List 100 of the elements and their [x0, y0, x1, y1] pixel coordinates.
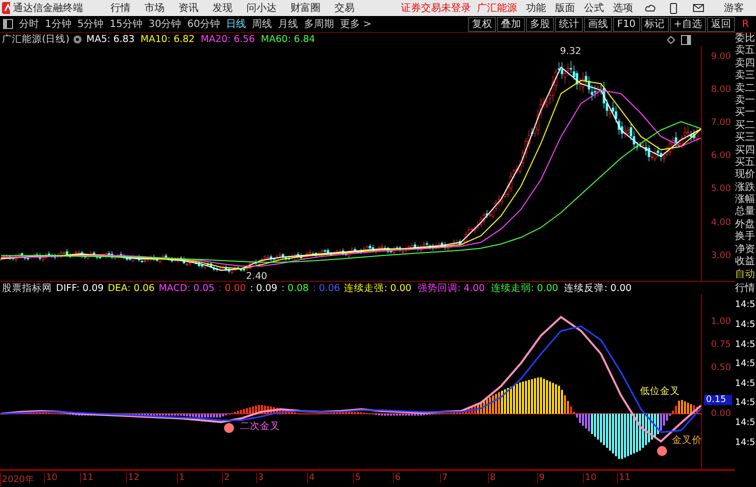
- indicator-value: : 0.00: [218, 282, 246, 294]
- signal-dot: [224, 423, 234, 433]
- period-tab[interactable]: 周线: [252, 17, 272, 31]
- toolbar-button[interactable]: 返回: [707, 16, 735, 32]
- date-tick-label: 2: [222, 473, 230, 483]
- indicator-value: : 0.06: [312, 282, 340, 294]
- trade-time: 14:5: [735, 319, 756, 332]
- indicator-value: DIFF: 0.09: [56, 282, 104, 294]
- date-tick-label: 5: [353, 473, 361, 483]
- toolbar-button[interactable]: 多股: [526, 16, 554, 32]
- indicator-value: : 0.08: [281, 282, 309, 294]
- period-tab[interactable]: 5分钟: [77, 17, 104, 31]
- ma-value: MA20: 6.56: [200, 34, 255, 45]
- toolbar-button[interactable]: 复权: [468, 16, 496, 32]
- quote-label: 涨幅: [735, 194, 756, 206]
- period-tab[interactable]: 更多 >: [340, 17, 372, 31]
- status-notice: 广汇能源: [477, 2, 518, 15]
- period-tab[interactable]: 日线: [226, 17, 246, 31]
- axis-tick-label: 0.75: [710, 340, 731, 350]
- app-title: 通达信金融终端: [13, 2, 84, 15]
- mode-label: 行情: [735, 282, 756, 296]
- quote-label: 收益: [735, 256, 756, 268]
- toolbar-button[interactable]: 叠加: [497, 16, 526, 32]
- user-label[interactable]: 游客: [724, 1, 744, 15]
- trade-time: 14:5: [735, 436, 756, 450]
- period-tab[interactable]: 月线: [278, 17, 298, 31]
- indicator-value: DEA: 0.06: [108, 282, 155, 294]
- signal-dot: [657, 446, 667, 456]
- date-tick-label: 12: [126, 473, 140, 483]
- date-tick-label: 4: [307, 473, 315, 483]
- trade-time: 14:5: [735, 299, 756, 312]
- menu-item[interactable]: 问小达: [246, 1, 277, 15]
- trade-time: 14:5: [735, 338, 756, 352]
- quote-label: 净资: [735, 244, 756, 256]
- ma-value: MA10: 6.82: [140, 34, 195, 45]
- quote-label: 涨跌: [735, 182, 756, 194]
- ma-value: MA60: 6.84: [260, 34, 316, 45]
- menu-item[interactable]: 交易: [334, 1, 355, 15]
- menu-item[interactable]: 资讯: [178, 1, 199, 15]
- current-value-label: 0.15: [704, 394, 732, 405]
- period-tab[interactable]: 多周期: [304, 17, 334, 31]
- signal-value: 强势回调: 4.00: [417, 282, 485, 294]
- low-price-label: 2.40: [246, 271, 268, 282]
- menu-item[interactable]: 行情: [110, 1, 131, 15]
- quote-label: 买二: [735, 120, 756, 132]
- quote-label: 买四: [735, 144, 756, 157]
- date-tick-label: 2020年: [0, 473, 34, 486]
- menu-item[interactable]: 财富圈: [290, 1, 321, 15]
- corner-label: R: [741, 18, 750, 30]
- period-tab[interactable]: 分时: [19, 17, 39, 31]
- trade-time: 14:5: [735, 378, 756, 391]
- axis-tick-label: 7.00: [710, 118, 731, 128]
- indicator-name: 股票指标网: [2, 282, 52, 294]
- period-tab[interactable]: 60分钟: [187, 17, 220, 31]
- chart-title: 广汇能源(日线): [2, 33, 70, 46]
- toolbar-button[interactable]: +自选: [670, 16, 706, 32]
- toolbar-button[interactable]: F10: [613, 16, 640, 32]
- trade-time: 14:5: [735, 358, 756, 372]
- axis-tick-label: 0.50: [710, 362, 731, 373]
- toolbar-button[interactable]: 统计: [555, 16, 584, 32]
- app-logo-icon: [2, 2, 10, 14]
- date-tick-label: 6: [393, 473, 401, 483]
- period-tab[interactable]: 15分钟: [110, 17, 142, 31]
- cloud-icon[interactable]: [645, 3, 656, 13]
- date-tick-label: 10: [583, 473, 596, 483]
- quote-label: 卖五: [735, 45, 756, 58]
- high-price-label: 9.32: [560, 46, 582, 57]
- period-tab[interactable]: 1分钟: [45, 17, 72, 31]
- axis-tick-label: 1.00: [710, 316, 731, 327]
- signal-value: 连续走强: 0.00: [344, 282, 412, 294]
- menu-item[interactable]: 市场: [144, 1, 165, 15]
- menu-item[interactable]: 功能: [526, 1, 546, 15]
- mail-icon[interactable]: [693, 4, 704, 12]
- toolbar-button[interactable]: 标记: [640, 16, 669, 32]
- settings-icon[interactable]: [73, 35, 82, 44]
- trade-time: 14:5: [735, 397, 756, 410]
- panel-toggle-icon[interactable]: [681, 34, 691, 44]
- period-tab[interactable]: 30分钟: [148, 17, 182, 31]
- menu-item[interactable]: 选项: [613, 1, 634, 15]
- axis-tick-label: 6.00: [710, 151, 731, 162]
- phone-icon[interactable]: [670, 2, 678, 14]
- diamond-icon[interactable]: [667, 36, 675, 44]
- axis-tick-label: 0.00: [710, 408, 731, 419]
- quote-label: 买五: [735, 156, 756, 169]
- ma-value: MA5: 6.83: [86, 34, 135, 45]
- signal-annotation: 金叉价: [672, 435, 702, 446]
- menu-item[interactable]: 发现: [212, 1, 233, 15]
- menu-item[interactable]: 公式: [584, 1, 604, 15]
- menu-item[interactable]: 版面: [555, 1, 576, 15]
- date-tick-label: 1: [177, 473, 185, 483]
- axis-tick-label: 9.00: [710, 52, 731, 62]
- axis-tick-label: 3.00: [710, 250, 731, 261]
- quote-label: 外盘: [735, 218, 756, 230]
- quote-label: 卖三: [735, 70, 756, 82]
- quote-label: 换手: [735, 231, 756, 244]
- toolbar-button[interactable]: 画线: [584, 16, 612, 32]
- panel-toggle-icon[interactable]: [3, 19, 13, 29]
- quote-label: 卖四: [735, 58, 756, 70]
- date-tick-label: 11: [80, 473, 94, 483]
- signal-annotation: 低位金叉: [640, 386, 680, 397]
